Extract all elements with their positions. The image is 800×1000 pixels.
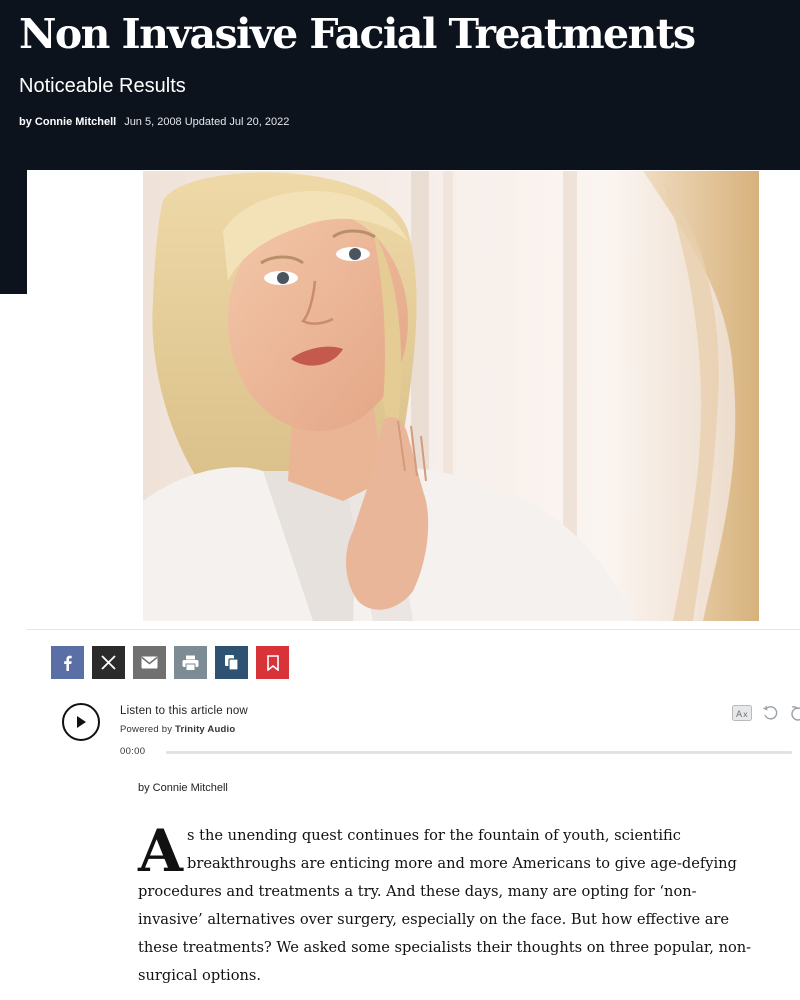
article-header: Non Invasive Facial Treatments Noticeabl… <box>0 0 800 170</box>
publish-date: Jun 5, 2008 Updated Jul 20, 2022 <box>124 116 290 128</box>
print-button[interactable] <box>174 646 207 679</box>
svg-text:x: x <box>743 710 748 719</box>
rewind-icon <box>763 705 778 720</box>
share-toolbar <box>51 646 289 679</box>
progress-bar[interactable] <box>166 751 792 754</box>
forward-icon <box>791 706 800 721</box>
powered-brand[interactable]: Trinity Audio <box>175 724 235 735</box>
bookmark-button[interactable] <box>256 646 289 679</box>
byline: by Connie Mitchell Jun 5, 2008 Updated Ju… <box>19 114 289 130</box>
body-byline: by Connie Mitchell <box>138 782 228 794</box>
svg-text:A: A <box>736 710 743 720</box>
copy-button[interactable] <box>215 646 248 679</box>
divider <box>27 629 800 630</box>
play-button[interactable] <box>62 703 100 741</box>
bookmark-icon <box>266 654 279 671</box>
drop-cap: A <box>138 817 184 885</box>
audio-player: Listen to this article now Powered by Tr… <box>62 703 800 763</box>
translate-button[interactable]: Ax <box>732 705 752 726</box>
hero-image <box>143 171 759 621</box>
article-body: As the unending quest continues for the … <box>138 822 758 990</box>
powered-by: Powered by Trinity Audio <box>120 724 235 735</box>
share-x-button[interactable] <box>92 646 125 679</box>
rewind-button[interactable] <box>762 704 780 727</box>
share-email-button[interactable] <box>133 646 166 679</box>
woman-at-mirror-photo <box>143 171 759 621</box>
header-accent-block <box>0 170 27 294</box>
current-time: 00:00 <box>120 746 146 757</box>
play-icon <box>77 716 86 728</box>
listen-label: Listen to this article now <box>120 705 248 717</box>
translate-icon: Ax <box>732 705 752 721</box>
forward-button[interactable] <box>788 704 800 727</box>
x-icon <box>101 655 116 670</box>
share-facebook-button[interactable] <box>51 646 84 679</box>
author-link[interactable]: Connie Mitchell <box>35 116 116 128</box>
page-subtitle: Noticeable Results <box>19 75 186 97</box>
email-icon <box>141 656 158 669</box>
article-paragraph: s the unending quest continues for the f… <box>138 827 752 984</box>
print-icon <box>182 655 199 671</box>
page-title: Non Invasive Facial Treatments <box>19 10 696 58</box>
copy-icon <box>225 655 239 671</box>
facebook-icon <box>63 655 72 671</box>
byline-prefix: by <box>19 116 35 128</box>
powered-prefix: Powered by <box>120 724 176 735</box>
